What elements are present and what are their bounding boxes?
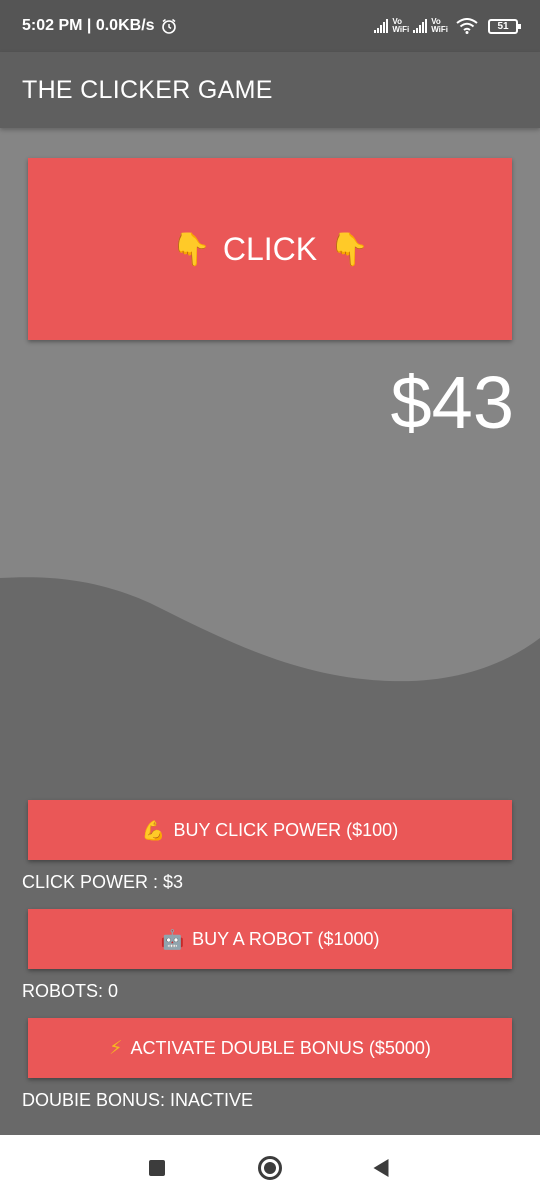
flexed-biceps-icon: 💪 — [141, 819, 166, 842]
pointing-down-icon: 👇 — [329, 230, 369, 268]
app-bar: THE CLICKER GAME — [0, 52, 540, 128]
home-circle-icon[interactable] — [258, 1155, 282, 1180]
alarm-icon — [161, 18, 176, 34]
click-button[interactable]: 👇 CLICK 👇 — [28, 158, 512, 340]
double-bonus-info: DOUBIE BONUS: INACTIVE — [22, 1090, 254, 1110]
status-bar: 5:02 PM | 0.0KB/s Vo WiFi Vo WiFi 51 — [0, 0, 540, 52]
buy-robot-button[interactable]: 🤖 BUY A ROBOT ($1000) — [28, 909, 512, 969]
game-content: 👇 CLICK 👇 $43 💪 BUY CLICK POWER ($100) C… — [0, 128, 540, 1135]
battery-icon: 51 — [488, 18, 521, 34]
signal-icon — [374, 19, 389, 33]
activate-double-bonus-label: ACTIVATE DOUBLE BONUS ($5000) — [130, 1037, 431, 1058]
robot-icon: 🤖 — [160, 928, 185, 951]
screen: 5:02 PM | 0.0KB/s Vo WiFi Vo WiFi 51 THE… — [0, 0, 540, 1200]
wifi-icon — [456, 18, 478, 34]
buy-robot-label: BUY A ROBOT ($1000) — [192, 928, 380, 949]
recents-square-icon[interactable] — [149, 1159, 165, 1176]
signal-icon — [413, 19, 428, 33]
status-right: Vo WiFi Vo WiFi 51 — [374, 17, 521, 34]
status-left: 5:02 PM | 0.0KB/s — [22, 17, 177, 35]
vowifi-indicator: Vo WiFi — [431, 17, 448, 34]
activate-double-bonus-button[interactable]: ⚡ ACTIVATE DOUBLE BONUS ($5000) — [28, 1018, 512, 1078]
buy-click-power-label: BUY CLICK POWER ($100) — [173, 819, 399, 840]
robots-info: ROBOTS: 0 — [22, 981, 119, 1001]
app-title: THE CLICKER GAME — [22, 75, 273, 104]
status-time-network: 5:02 PM | 0.0KB/s — [22, 17, 155, 34]
back-triangle-icon[interactable] — [373, 1158, 389, 1177]
buy-click-power-button[interactable]: 💪 BUY CLICK POWER ($100) — [28, 800, 512, 860]
navigation-bar — [0, 1135, 540, 1200]
click-button-label: CLICK — [222, 230, 318, 267]
pointing-down-icon: 👇 — [171, 230, 211, 268]
vowifi-indicator: Vo WiFi — [392, 17, 410, 34]
money-display: $43 — [390, 361, 514, 444]
lightning-icon: ⚡ — [109, 1037, 123, 1059]
click-power-info: CLICK POWER : $3 — [22, 872, 184, 892]
